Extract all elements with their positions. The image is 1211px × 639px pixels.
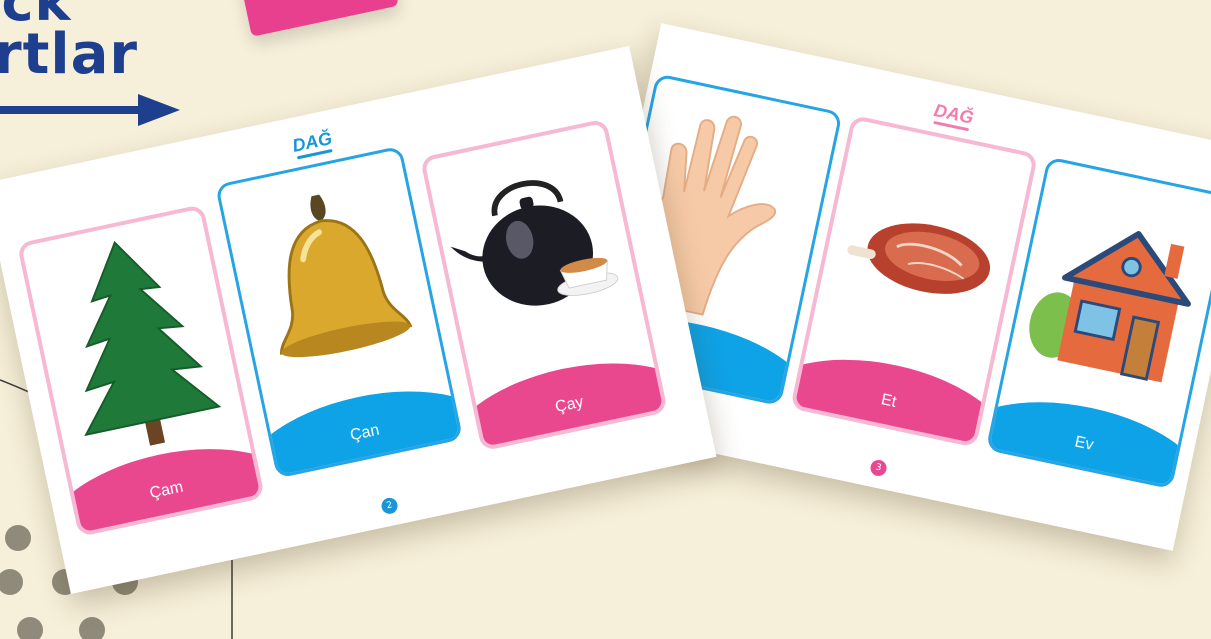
pine-tree-icon <box>22 209 248 474</box>
arrow-right-icon <box>0 94 180 126</box>
brand-logo: DAĞ <box>931 100 975 132</box>
brand-logo: DAĞ <box>291 128 335 160</box>
flashcard-cam[interactable]: Çam <box>16 204 266 538</box>
teapot-icon <box>425 123 651 388</box>
house-icon <box>1002 160 1211 427</box>
pink-tile-decoration <box>235 0 399 37</box>
poster: ıck rtlar DAĞ <box>0 0 1211 639</box>
meat-icon <box>807 120 1033 385</box>
flashcard-can[interactable]: Çan <box>215 145 464 479</box>
page-number-badge: 3 <box>869 458 889 478</box>
title-line-2: rtlar <box>0 22 138 87</box>
bell-icon <box>219 149 448 416</box>
flashcard-cay[interactable]: Çay <box>419 118 669 452</box>
page-number-badge: 2 <box>380 496 399 516</box>
